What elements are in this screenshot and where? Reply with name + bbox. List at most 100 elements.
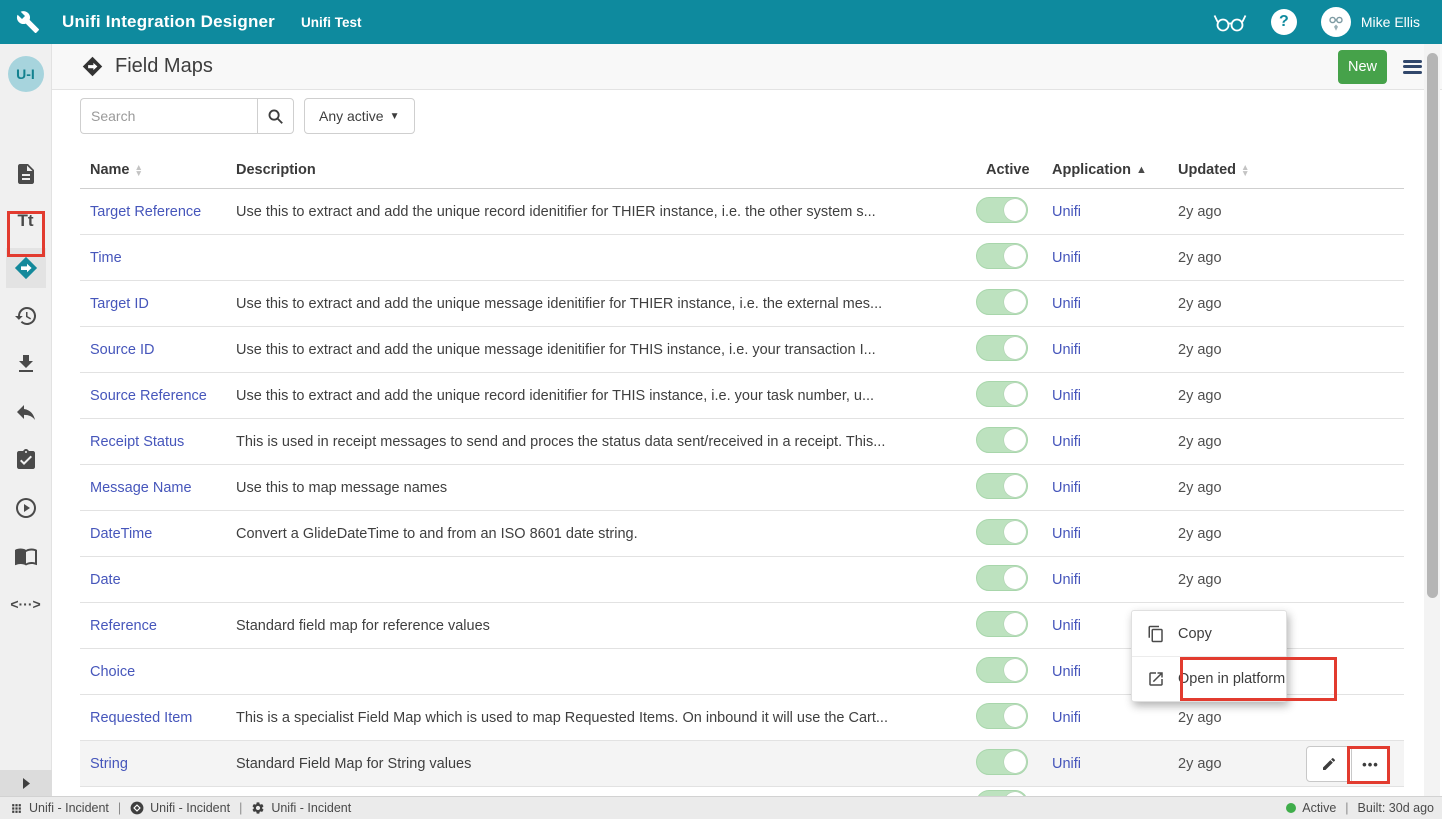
active-toggle[interactable] (976, 703, 1028, 729)
fieldmap-name-link[interactable]: String (90, 756, 128, 772)
updated-value: 2y ago (1178, 434, 1404, 450)
sidebar-expand-button[interactable] (0, 770, 52, 796)
user-name[interactable]: Mike Ellis (1361, 14, 1420, 30)
active-toggle[interactable] (976, 473, 1028, 499)
search-button[interactable] (257, 98, 294, 134)
fieldmap-name-link[interactable]: Reference (90, 618, 157, 634)
active-toggle[interactable] (976, 243, 1028, 269)
more-actions-button[interactable]: ••• (1352, 746, 1390, 782)
active-toggle[interactable] (976, 381, 1028, 407)
application-link[interactable]: Unifi (1052, 710, 1081, 726)
table-row: Message Name Use this to map message nam… (80, 465, 1404, 511)
edit-button[interactable] (1306, 746, 1352, 782)
fieldmap-name-link[interactable]: Message Name (90, 480, 192, 496)
new-button[interactable]: New (1338, 50, 1387, 84)
application-link[interactable]: Unifi (1052, 480, 1081, 496)
help-icon[interactable]: ? (1271, 9, 1297, 35)
column-header-active[interactable]: Active (976, 162, 1052, 178)
environment-name[interactable]: Unifi Test (301, 15, 362, 30)
app-title: Unifi Integration Designer (62, 12, 275, 32)
fieldmap-name-link[interactable]: Time (90, 250, 122, 266)
scrollbar-track[interactable] (1424, 44, 1440, 796)
sidebar-item-text-maps[interactable]: Tt (6, 201, 46, 241)
active-toggle[interactable] (976, 611, 1028, 637)
fieldmap-name-link[interactable]: Source ID (90, 342, 154, 358)
expand-icon (22, 778, 31, 789)
application-link[interactable]: Unifi (1052, 756, 1081, 772)
application-link[interactable]: Unifi (1052, 434, 1081, 450)
column-header-description[interactable]: Description (236, 162, 976, 178)
sidebar-item-history[interactable] (6, 296, 46, 336)
user-avatar[interactable] (1321, 7, 1351, 37)
fieldmap-name-link[interactable]: Target ID (90, 296, 149, 312)
field-maps-title-icon (82, 56, 103, 77)
sort-icon: ▲▼ (1241, 164, 1249, 176)
sidebar-item-field-maps[interactable] (6, 248, 46, 288)
context-menu-open-in-platform[interactable]: Open in platform (1132, 656, 1286, 700)
active-toggle[interactable] (976, 197, 1028, 223)
sort-asc-icon: ▲ (1136, 164, 1147, 176)
table-row: Source ID Use this to extract and add th… (80, 327, 1404, 373)
search-input[interactable] (80, 98, 257, 134)
application-link[interactable]: Unifi (1052, 296, 1081, 312)
search-icon (267, 108, 284, 125)
fieldmap-name-link[interactable]: Choice (90, 664, 135, 680)
context-menu-copy[interactable]: Copy (1132, 612, 1286, 656)
updated-value: 2y ago (1178, 388, 1404, 404)
active-toggle[interactable] (976, 335, 1028, 361)
table-row-string: String Standard Field Map for String val… (80, 741, 1404, 787)
menu-icon[interactable] (1403, 60, 1422, 74)
table-row: DateTime Convert a GlideDateTime to and … (80, 511, 1404, 557)
application-link[interactable]: Unifi (1052, 250, 1081, 266)
application-link[interactable]: Unifi (1052, 204, 1081, 220)
statusbar-integration-3[interactable]: Unifi - Incident (251, 801, 351, 815)
sort-icon: ▲▼ (135, 164, 143, 176)
active-toggle[interactable] (976, 749, 1028, 775)
workspace-logo[interactable]: U-I (8, 56, 44, 92)
sidebar-item-run[interactable] (6, 488, 46, 528)
active-toggle[interactable] (976, 289, 1028, 315)
fieldmap-description: Use this to extract and add the unique r… (236, 388, 976, 404)
column-header-updated[interactable]: Updated ▲▼ (1178, 162, 1404, 178)
top-bar: Unifi Integration Designer Unifi Test ? … (0, 0, 1442, 44)
active-toggle[interactable] (976, 565, 1028, 591)
document-icon (14, 162, 38, 186)
scrollbar-thumb[interactable] (1427, 53, 1438, 598)
updated-value: 2y ago (1178, 480, 1404, 496)
statusbar-integration-2[interactable]: Unifi - Incident (130, 801, 230, 815)
sidebar-item-response[interactable] (6, 392, 46, 432)
application-link[interactable]: Unifi (1052, 572, 1081, 588)
application-link[interactable]: Unifi (1052, 618, 1081, 634)
active-filter-dropdown[interactable]: Any active ▼ (304, 98, 415, 134)
active-toggle[interactable] (976, 657, 1028, 683)
fieldmap-name-link[interactable]: Source Reference (90, 388, 207, 404)
updated-value: 2y ago (1178, 526, 1404, 542)
statusbar-integration-1[interactable]: Unifi - Incident (10, 801, 109, 815)
application-link[interactable]: Unifi (1052, 526, 1081, 542)
fieldmap-description: Use this to map message names (236, 480, 976, 496)
active-toggle[interactable] (976, 427, 1028, 453)
sidebar-item-documentation[interactable] (6, 536, 46, 576)
application-link[interactable]: Unifi (1052, 664, 1081, 680)
active-toggle[interactable] (976, 519, 1028, 545)
application-link[interactable]: Unifi (1052, 388, 1081, 404)
pencil-icon (1321, 756, 1337, 772)
column-header-name[interactable]: Name ▲▼ (90, 162, 236, 178)
fieldmap-name-link[interactable]: DateTime (90, 526, 152, 542)
fieldmap-name-link[interactable]: Receipt Status (90, 434, 184, 450)
gear-icon (251, 801, 265, 815)
sidebar-item-scripts[interactable]: <···> (6, 584, 46, 624)
sidebar-item-documents[interactable] (6, 154, 46, 194)
column-header-application[interactable]: Application ▲ (1052, 162, 1178, 178)
fieldmap-name-link[interactable]: Requested Item (90, 710, 192, 726)
sidebar-item-import[interactable] (6, 344, 46, 384)
tasks-icon (14, 448, 38, 472)
sidebar-item-tasks[interactable] (6, 440, 46, 480)
fieldmap-name-link[interactable]: Target Reference (90, 204, 201, 220)
active-status-dot (1286, 803, 1296, 813)
preview-glasses-icon[interactable] (1213, 10, 1247, 34)
updated-value: 2y ago (1178, 710, 1404, 726)
fieldmap-name-link[interactable]: Date (90, 572, 121, 588)
fieldmap-description: Standard Field Map for String values (236, 756, 976, 772)
application-link[interactable]: Unifi (1052, 342, 1081, 358)
